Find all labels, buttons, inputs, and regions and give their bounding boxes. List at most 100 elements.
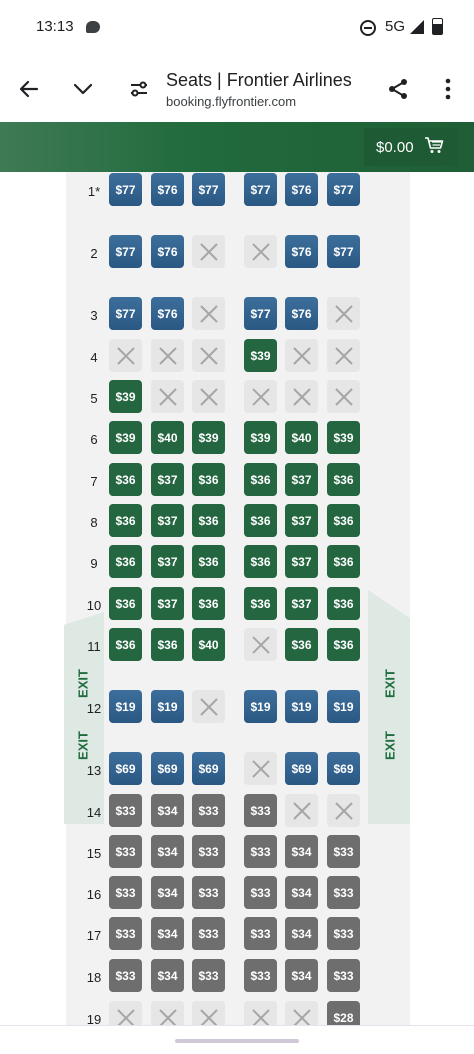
seat-available[interactable]: $33 [327, 876, 360, 909]
seat-available[interactable]: $36 [192, 545, 225, 578]
seat-available[interactable]: $33 [109, 835, 142, 868]
seat-available[interactable]: $36 [244, 463, 277, 496]
seat-available[interactable]: $34 [151, 794, 184, 827]
seat-available[interactable]: $36 [109, 587, 142, 620]
seat-available[interactable]: $36 [327, 545, 360, 578]
seat-available[interactable]: $33 [109, 917, 142, 950]
seat-available[interactable]: $39 [244, 339, 277, 372]
seat-available[interactable]: $33 [244, 917, 277, 950]
seat-available[interactable]: $69 [192, 752, 225, 785]
seat-available[interactable]: $77 [244, 173, 277, 206]
seat-available[interactable]: $69 [327, 752, 360, 785]
seat-available[interactable]: $19 [244, 690, 277, 723]
seat-available[interactable]: $33 [192, 917, 225, 950]
seat-available[interactable]: $33 [244, 794, 277, 827]
seat-available[interactable]: $34 [285, 959, 318, 992]
seat-available[interactable]: $34 [285, 917, 318, 950]
seat-available[interactable]: $77 [109, 235, 142, 268]
seat-available[interactable]: $19 [285, 690, 318, 723]
seat-available[interactable]: $40 [192, 628, 225, 661]
seat-available[interactable]: $69 [151, 752, 184, 785]
seat-available[interactable]: $69 [285, 752, 318, 785]
row-number: 16 [86, 887, 102, 902]
seat-available[interactable]: $34 [285, 835, 318, 868]
seat-available[interactable]: $19 [109, 690, 142, 723]
seat-available[interactable]: $77 [327, 235, 360, 268]
seat-available[interactable]: $69 [109, 752, 142, 785]
seat-available[interactable]: $37 [285, 545, 318, 578]
seat-available[interactable]: $33 [192, 876, 225, 909]
seat-available[interactable]: $36 [192, 463, 225, 496]
seat-available[interactable]: $34 [151, 835, 184, 868]
seat-available[interactable]: $36 [244, 504, 277, 537]
seat-available[interactable]: $39 [109, 380, 142, 413]
seat-available[interactable]: $36 [285, 628, 318, 661]
row-number: 5 [90, 391, 98, 406]
seat-available[interactable]: $33 [327, 835, 360, 868]
seat-available[interactable]: $37 [151, 504, 184, 537]
seat-available[interactable]: $36 [327, 504, 360, 537]
seat-available[interactable]: $36 [244, 545, 277, 578]
seat-available[interactable]: $77 [109, 173, 142, 206]
seat-available[interactable]: $19 [151, 690, 184, 723]
seat-available[interactable]: $39 [192, 421, 225, 454]
seat-available[interactable]: $33 [327, 959, 360, 992]
seat-available[interactable]: $34 [285, 876, 318, 909]
seat-available[interactable]: $33 [192, 959, 225, 992]
seat-available[interactable]: $34 [151, 917, 184, 950]
seat-available[interactable]: $33 [327, 917, 360, 950]
seat-available[interactable]: $33 [109, 959, 142, 992]
seat-available[interactable]: $40 [151, 421, 184, 454]
seat-available[interactable]: $33 [244, 876, 277, 909]
seat-available[interactable]: $36 [109, 545, 142, 578]
seat-available[interactable]: $76 [285, 297, 318, 330]
seat-available[interactable]: $76 [151, 235, 184, 268]
seat-available[interactable]: $34 [151, 876, 184, 909]
seat-available[interactable]: $36 [151, 628, 184, 661]
seat-available[interactable]: $37 [285, 504, 318, 537]
seat-available[interactable]: $40 [285, 421, 318, 454]
seat-available[interactable]: $33 [192, 835, 225, 868]
seat-available[interactable]: $37 [151, 545, 184, 578]
seat-available[interactable]: $76 [285, 173, 318, 206]
seat-available[interactable]: $36 [327, 463, 360, 496]
seat-available[interactable]: $37 [285, 463, 318, 496]
page-url[interactable]: booking.flyfrontier.com [166, 94, 296, 109]
seat-available[interactable]: $39 [244, 421, 277, 454]
seat-available[interactable]: $34 [151, 959, 184, 992]
clock: 13:13 [36, 18, 74, 35]
seat-available[interactable]: $36 [244, 587, 277, 620]
more-options-icon[interactable] [433, 74, 463, 104]
share-icon[interactable] [383, 74, 413, 104]
seat-available[interactable]: $76 [151, 297, 184, 330]
seat-available[interactable]: $36 [109, 504, 142, 537]
seat-available[interactable]: $36 [192, 504, 225, 537]
seat-available[interactable]: $33 [244, 835, 277, 868]
cart-button[interactable]: $0.00 [364, 128, 458, 166]
seat-available[interactable]: $36 [109, 463, 142, 496]
back-arrow-icon[interactable] [14, 74, 44, 104]
chevron-down-icon[interactable] [68, 74, 98, 104]
seat-available[interactable]: $33 [244, 959, 277, 992]
seat-available[interactable]: $36 [327, 587, 360, 620]
seat-available[interactable]: $39 [109, 421, 142, 454]
seat-available[interactable]: $37 [151, 463, 184, 496]
seat-available[interactable]: $36 [192, 587, 225, 620]
seat-available[interactable]: $33 [109, 794, 142, 827]
seat-available[interactable]: $76 [151, 173, 184, 206]
seat-available[interactable]: $37 [151, 587, 184, 620]
seat-available[interactable]: $33 [192, 794, 225, 827]
seat-available[interactable]: $77 [327, 173, 360, 206]
seat-unavailable [327, 380, 360, 413]
seat-available[interactable]: $36 [109, 628, 142, 661]
seat-available[interactable]: $37 [285, 587, 318, 620]
seat-available[interactable]: $19 [327, 690, 360, 723]
seat-available[interactable]: $39 [327, 421, 360, 454]
seat-available[interactable]: $33 [109, 876, 142, 909]
page-info-icon[interactable] [124, 74, 154, 104]
seat-available[interactable]: $77 [109, 297, 142, 330]
seat-available[interactable]: $77 [192, 173, 225, 206]
seat-available[interactable]: $36 [327, 628, 360, 661]
seat-available[interactable]: $77 [244, 297, 277, 330]
seat-available[interactable]: $76 [285, 235, 318, 268]
